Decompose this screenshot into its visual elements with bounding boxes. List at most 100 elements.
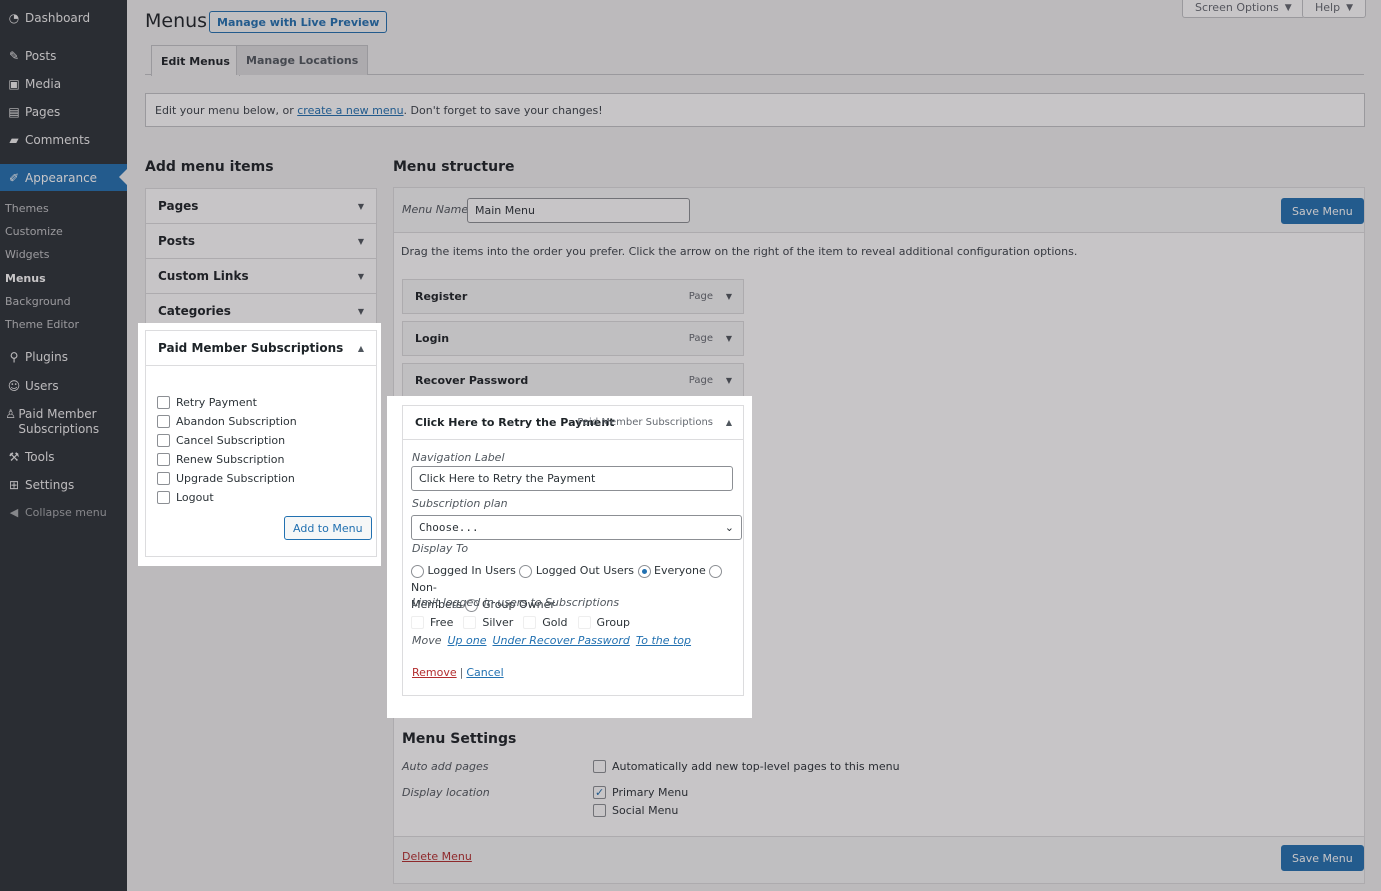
menu-structure-heading: Menu structure xyxy=(393,159,515,175)
caret-down-icon[interactable]: ▼ xyxy=(726,292,732,301)
checkbox[interactable] xyxy=(411,616,424,629)
accordion-posts[interactable]: Posts ▼ xyxy=(146,224,376,259)
sidebar-item-users[interactable]: ☺ Users xyxy=(0,373,127,399)
limit-group[interactable]: Group xyxy=(577,616,630,629)
checkbox[interactable] xyxy=(593,760,606,773)
move-to-top-link[interactable]: To the top xyxy=(636,634,691,647)
move-links: Move Up one Under Recover Password To th… xyxy=(412,634,692,647)
checkbox[interactable] xyxy=(593,804,606,817)
menu-name-input[interactable]: Main Menu xyxy=(467,198,690,223)
auto-add-pages-option[interactable]: Automatically add new top-level pages to… xyxy=(593,757,900,776)
option-retry-payment[interactable]: Retry Payment xyxy=(157,393,297,412)
cancel-item-link[interactable]: Cancel xyxy=(466,666,503,679)
radio-everyone[interactable] xyxy=(637,564,651,578)
checkbox[interactable] xyxy=(157,491,170,504)
admin-sidebar: ◔ Dashboard ✎ Posts ▣ Media ▤ Pages ▰ Co… xyxy=(0,0,127,891)
add-items-accordion: Pages ▼ Posts ▼ Custom Links ▼ Categories ▼ xyxy=(145,188,377,330)
move-up-one-link[interactable]: Up one xyxy=(448,634,487,647)
submenu-widgets[interactable]: Widgets xyxy=(5,248,49,261)
remove-item-link[interactable]: Remove xyxy=(412,666,457,679)
location-primary-menu[interactable]: Primary Menu xyxy=(593,783,688,802)
menu-item-login[interactable]: Login Page ▼ xyxy=(402,321,744,356)
checkbox[interactable] xyxy=(577,616,591,629)
submenu-customize[interactable]: Customize xyxy=(5,225,63,238)
sidebar-item-settings[interactable]: ⊞ Settings xyxy=(0,472,127,498)
help-toggle[interactable]: Help ▼ xyxy=(1302,0,1366,18)
delete-menu-link[interactable]: Delete Menu xyxy=(402,850,472,863)
option-abandon-subscription[interactable]: Abandon Subscription xyxy=(157,412,297,431)
checkbox[interactable] xyxy=(157,396,170,409)
caret-down-icon: ▼ xyxy=(357,201,364,211)
radio-non-members[interactable] xyxy=(709,564,723,578)
sidebar-item-pages[interactable]: ▤ Pages xyxy=(0,99,127,125)
option-logout[interactable]: Logout xyxy=(157,488,297,507)
radio-logged-in[interactable] xyxy=(411,564,424,578)
add-to-menu-button[interactable]: Add to Menu xyxy=(284,516,372,540)
tab-manage-locations[interactable]: Manage Locations xyxy=(236,45,369,75)
display-to-label: Display To xyxy=(412,542,469,555)
submenu-menus[interactable]: Menus xyxy=(5,272,46,285)
caret-down-icon: ▼ xyxy=(1284,2,1292,13)
collapse-menu-button[interactable]: ◀ Collapse menu xyxy=(0,499,127,525)
option-cancel-subscription[interactable]: Cancel Subscription xyxy=(157,431,297,450)
location-social-menu[interactable]: Social Menu xyxy=(593,801,678,820)
limit-subscriptions-label: Limit logged in users to Subscriptions xyxy=(412,596,620,609)
save-menu-button-bottom[interactable]: Save Menu xyxy=(1281,845,1364,871)
chevron-down-icon: ⌄ xyxy=(724,521,734,534)
collapse-icon: ◀ xyxy=(9,505,19,519)
plugin-icon: ⚲ xyxy=(9,350,19,364)
nav-label-label: Navigation Label xyxy=(412,451,505,464)
option-renew-subscription[interactable]: Renew Subscription xyxy=(157,450,297,469)
menu-footer-bar xyxy=(393,836,1365,884)
option-upgrade-subscription[interactable]: Upgrade Subscription xyxy=(157,469,297,488)
checkbox[interactable] xyxy=(157,453,170,466)
screen-options-toggle[interactable]: Screen Options ▼ xyxy=(1182,0,1305,18)
checkbox[interactable] xyxy=(463,616,477,629)
checkbox[interactable] xyxy=(523,616,537,629)
caret-down-icon[interactable]: ▼ xyxy=(726,376,732,385)
submenu-theme-editor[interactable]: Theme Editor xyxy=(5,318,79,331)
menu-name-label: Menu Name xyxy=(402,203,469,216)
limit-free[interactable]: Free xyxy=(411,616,453,629)
submenu-background[interactable]: Background xyxy=(5,295,71,308)
radio-logged-out[interactable] xyxy=(519,564,533,578)
menu-item-recover-password[interactable]: Recover Password Page ▼ xyxy=(402,363,744,398)
caret-down-icon[interactable]: ▼ xyxy=(726,334,732,343)
checkbox-checked[interactable] xyxy=(593,786,606,799)
menu-item-register[interactable]: Register Page ▼ xyxy=(402,279,744,314)
sidebar-item-plugins[interactable]: ⚲ Plugins xyxy=(0,344,127,370)
tab-edit-menus[interactable]: Edit Menus xyxy=(151,45,240,76)
sidebar-item-media[interactable]: ▣ Media xyxy=(0,71,127,97)
limit-silver[interactable]: Silver xyxy=(463,616,513,629)
nav-label-input[interactable]: Click Here to Retry the Payment xyxy=(411,466,733,491)
submenu-themes[interactable]: Themes xyxy=(5,202,49,215)
checkbox[interactable] xyxy=(157,434,170,447)
live-preview-button[interactable]: Manage with Live Preview xyxy=(209,11,388,33)
limit-gold[interactable]: Gold xyxy=(523,616,568,629)
sidebar-item-appearance[interactable]: ✐ Appearance xyxy=(0,164,127,191)
settings-icon: ⊞ xyxy=(8,478,20,492)
move-under-recover-password-link[interactable]: Under Recover Password xyxy=(493,634,630,647)
save-menu-button-top[interactable]: Save Menu xyxy=(1281,198,1364,224)
subscription-plan-select[interactable]: Choose... ⌄ xyxy=(411,515,742,540)
checkbox[interactable] xyxy=(157,415,170,428)
pushpin-icon: ✎ xyxy=(8,49,20,63)
create-new-menu-link[interactable]: create a new menu xyxy=(297,104,403,117)
wrench-icon: ⚒ xyxy=(8,450,20,464)
checkbox[interactable] xyxy=(157,472,170,485)
accordion-paid-member-subscriptions-panel: Paid Member Subscriptions ▲ Retry Payment… xyxy=(145,330,377,557)
menu-settings-heading: Menu Settings xyxy=(402,731,517,747)
menu-item-retry-payment[interactable]: Click Here to Retry the Payment Paid Mem… xyxy=(402,405,744,440)
caret-down-icon: ▼ xyxy=(357,236,364,246)
sidebar-item-dashboard[interactable]: ◔ Dashboard xyxy=(0,5,127,31)
sidebar-item-posts[interactable]: ✎ Posts xyxy=(0,43,127,69)
users-icon: ☺ xyxy=(7,379,21,393)
accordion-paid-member-subscriptions[interactable]: Paid Member Subscriptions ▲ xyxy=(146,331,376,366)
caret-up-icon[interactable]: ▲ xyxy=(726,418,732,427)
accordion-custom-links[interactable]: Custom Links ▼ xyxy=(146,259,376,294)
member-icon: ♙ xyxy=(5,407,17,421)
accordion-pages[interactable]: Pages ▼ xyxy=(146,189,376,224)
sidebar-item-comments[interactable]: ▰ Comments xyxy=(0,127,127,153)
sidebar-item-tools[interactable]: ⚒ Tools xyxy=(0,444,127,470)
sidebar-item-paid-member-subscriptions[interactable]: ♙ Paid Member Subscriptions xyxy=(0,407,127,441)
